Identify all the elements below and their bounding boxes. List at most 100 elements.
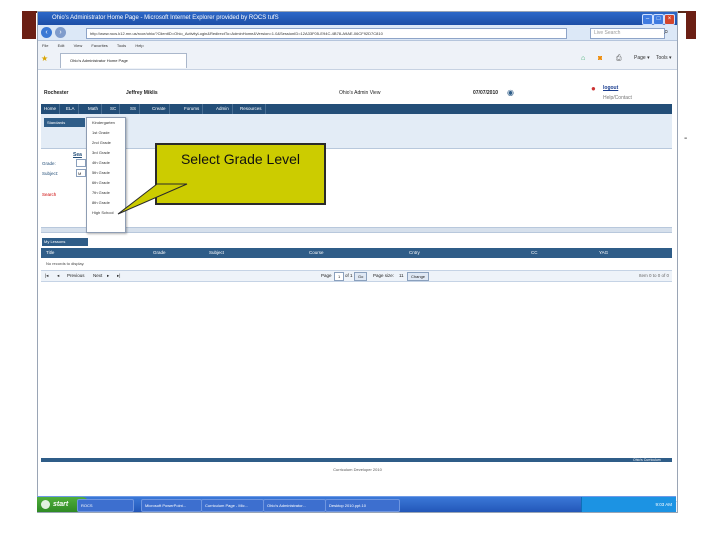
slide-dash: -	[684, 133, 688, 144]
menu-favorites[interactable]: Favorites	[91, 43, 107, 48]
lessons-grid-header: Title Grade Subject Course Cntry CC YAG	[41, 248, 672, 258]
page-menu-icon[interactable]: Page ▾	[634, 55, 650, 61]
taskbar-item[interactable]: ROCS	[77, 499, 134, 512]
grade-option[interactable]: 4th Grade	[87, 158, 125, 168]
page-size-label: Page size:	[373, 273, 395, 278]
prev-page-icon[interactable]: ◂	[57, 271, 59, 281]
windows-logo-icon	[41, 500, 50, 509]
forward-arrow-icon[interactable]: ›	[55, 27, 66, 38]
home-icon[interactable]: ⌂	[581, 55, 585, 62]
taskbar: start ROCS Microsoft PowerPoint... Curri…	[37, 496, 676, 512]
column-title[interactable]: Title	[46, 248, 54, 258]
change-button[interactable]: Change	[407, 272, 430, 281]
nav-home[interactable]: Home	[41, 104, 61, 114]
standards-panel-header: Standards	[41, 114, 672, 149]
taskbar-item[interactable]: Desktop 2010.ppt.10	[325, 499, 400, 512]
slide-corner-decoration	[686, 11, 696, 39]
page-label: Page	[321, 273, 332, 278]
taskbar-item[interactable]: Ohio's Administrator...	[263, 499, 326, 512]
column-subject[interactable]: Subject	[209, 248, 224, 258]
section-heading: Sea	[73, 152, 82, 158]
column-cc[interactable]: CC	[531, 248, 538, 258]
grade-option[interactable]: 1st Grade	[87, 128, 125, 138]
back-arrow-icon[interactable]: ‹	[41, 27, 52, 38]
print-icon[interactable]: ⎙	[616, 55, 622, 63]
grade-option[interactable]: 2nd Grade	[87, 138, 125, 148]
grade-option[interactable]: 5th Grade	[87, 168, 125, 178]
menu-file[interactable]: File	[42, 43, 48, 48]
next-page-link[interactable]: Next	[93, 271, 102, 281]
logout-link[interactable]: logout	[603, 85, 618, 91]
column-yag[interactable]: YAG	[599, 248, 608, 258]
browser-tab[interactable]: Ohio's Administrator Home Page	[60, 53, 187, 68]
logout-icon[interactable]: ●	[591, 84, 596, 93]
grid-empty-message: No records to display.	[46, 261, 85, 266]
pane-splitter[interactable]	[41, 227, 672, 233]
grade-select[interactable]	[76, 159, 86, 167]
callout-pointer	[117, 183, 188, 215]
page-number-input[interactable]: 1	[334, 272, 345, 281]
first-page-icon[interactable]: |◂	[45, 271, 48, 281]
user-name: Jeffrey Miklis	[126, 90, 158, 96]
taskbar-item[interactable]: Microsoft PowerPoint...	[141, 499, 202, 512]
my-lessons-tab[interactable]: My Lessons	[42, 238, 88, 246]
footer-copyright: Curriculum Developer 2010	[333, 467, 382, 472]
column-grade[interactable]: Grade	[153, 248, 166, 258]
search-icon[interactable]: ⌕	[664, 27, 668, 37]
address-bar[interactable]: http://www.rocs.k12.mn.us/rcoe/ohio/?Cli…	[86, 28, 567, 39]
page-header: Rochester Jeffrey Miklis Ohio's Admin Vi…	[41, 82, 672, 105]
favorites-bar: ★ Ohio's Administrator Home Page ⌂ ◙ ⎙ P…	[38, 50, 677, 70]
slide-corner-decoration	[22, 11, 36, 39]
system-tray: 9:03 AM	[581, 497, 676, 512]
menu-help[interactable]: Help	[135, 43, 143, 48]
grade-option[interactable]: Kindergarten	[87, 118, 125, 128]
last-page-icon[interactable]: ▸|	[117, 271, 120, 281]
tools-menu-icon[interactable]: Tools ▾	[656, 55, 672, 61]
menu-edit[interactable]: Edit	[58, 43, 65, 48]
clock[interactable]: 9:03 AM	[655, 502, 672, 507]
date-label: 07/07/2010	[473, 90, 499, 96]
grade-option[interactable]: 3rd Grade	[87, 148, 125, 158]
window-title: Ohio's Administrator Home Page - Microso…	[52, 15, 279, 21]
page-count: of 1	[345, 273, 353, 278]
footer-bar	[41, 458, 672, 462]
menu-tools[interactable]: Tools	[117, 43, 126, 48]
nav-ss[interactable]: SS	[127, 104, 141, 114]
column-course[interactable]: Course	[309, 248, 324, 258]
page-size-value: 11	[399, 273, 404, 278]
help-link[interactable]: Help/Contact	[603, 95, 632, 101]
menu-view[interactable]: View	[74, 43, 83, 48]
nav-sc[interactable]: SC	[107, 104, 121, 114]
callout-text: Select Grade Level	[180, 151, 301, 167]
web-page: Rochester Jeffrey Miklis Ohio's Admin Vi…	[38, 70, 677, 512]
nav-math[interactable]: Math	[85, 104, 103, 114]
subject-label: Subject:	[42, 171, 59, 176]
go-button[interactable]: Go	[354, 272, 368, 281]
taskbar-item[interactable]: Curriculum Page - Mic...	[201, 499, 264, 512]
favorites-star-icon[interactable]: ★	[41, 54, 48, 63]
main-nav: Home ELA Math SC SS Create Forums Admin …	[41, 104, 672, 114]
globe-icon: ◉	[507, 88, 514, 97]
nav-resources[interactable]: Resources	[237, 104, 266, 114]
column-cntry[interactable]: Cntry	[409, 248, 420, 258]
maximize-button[interactable]: □	[653, 14, 664, 25]
nav-ela[interactable]: ELA	[63, 104, 79, 114]
window-title-bar: Ohio's Administrator Home Page - Microso…	[38, 12, 677, 25]
search-link[interactable]: Search	[42, 192, 56, 197]
nav-admin[interactable]: Admin	[213, 104, 233, 114]
next-page-icon[interactable]: ▸	[107, 271, 109, 281]
minimize-button[interactable]: –	[642, 14, 653, 25]
close-button[interactable]: ×	[664, 14, 675, 25]
footer-brand: Ohio's Curriculum	[633, 458, 661, 462]
nav-create[interactable]: Create	[149, 104, 170, 114]
subject-select[interactable]: M	[76, 169, 86, 177]
grade-label: Grade:	[42, 161, 56, 166]
prev-page-link[interactable]: Previous	[67, 271, 85, 281]
standards-tab[interactable]: Standards	[44, 118, 85, 127]
feeds-icon[interactable]: ◙	[598, 55, 602, 62]
nav-forums[interactable]: Forums	[181, 104, 204, 114]
search-input[interactable]: Live Search	[590, 28, 665, 39]
view-label: Ohio's Admin View	[339, 90, 381, 96]
grid-pager: |◂ ◂ Previous Next ▸ ▸| Page 1 of 1 Go P…	[41, 270, 672, 282]
item-summary: Item 0 to 0 of 0	[639, 273, 670, 278]
